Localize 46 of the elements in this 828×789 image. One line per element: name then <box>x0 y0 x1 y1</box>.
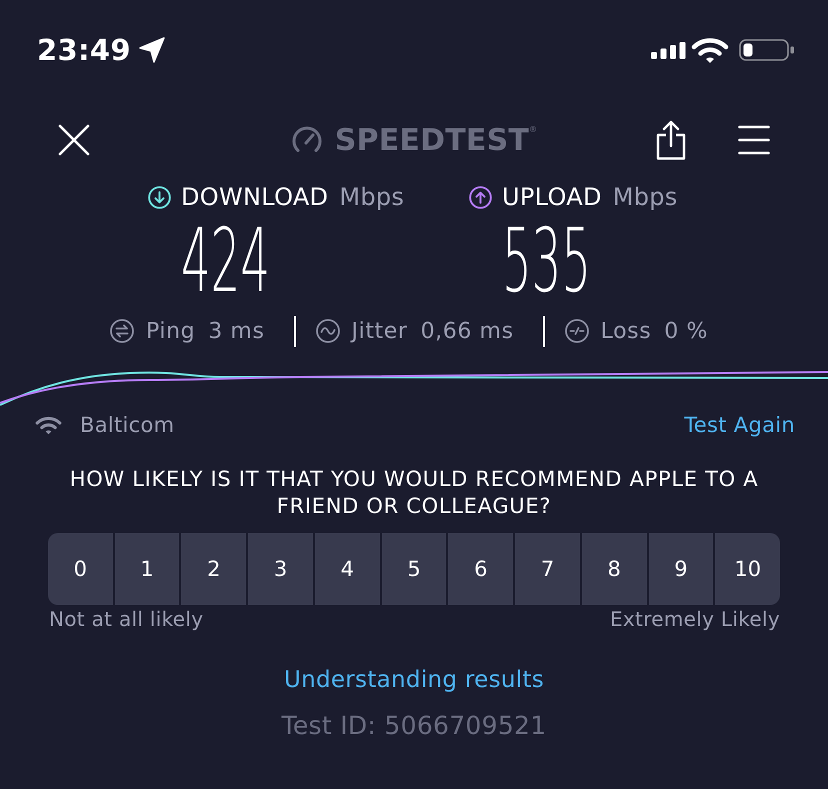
metric-label: Jitter <box>352 318 408 344</box>
close-button[interactable] <box>58 124 90 156</box>
metric-label: Ping <box>146 318 196 344</box>
test-again-link[interactable]: Test Again <box>684 413 795 437</box>
rating-option[interactable]: 8 <box>582 533 647 605</box>
exchange-arrows-icon <box>110 319 134 343</box>
clock-time: 23:49 <box>37 33 131 67</box>
metric-value: 0 % <box>664 318 708 344</box>
wave-circle-icon <box>316 319 340 343</box>
rating-option[interactable]: 5 <box>382 533 446 605</box>
survey-question: HOW LIKELY IS IT THAT YOU WOULD RECOMMEND APPLE TO A FRIEND OR COLLEAGUE? <box>68 466 760 520</box>
scale-min-label: Not at all likely <box>49 607 204 631</box>
wifi-icon <box>35 416 62 434</box>
test-id: Test ID: 5066709521 <box>282 711 546 741</box>
location-arrow-icon <box>138 37 165 63</box>
speed-value: 535 <box>502 221 592 301</box>
share-icon <box>656 120 686 160</box>
broken-line-circle-icon <box>564 319 589 343</box>
logo-wordmark: SPEEDTEST$^{®}$ <box>334 122 538 158</box>
result-label: DOWNLOAD <box>181 183 328 211</box>
rating-option[interactable]: 6 <box>448 533 514 605</box>
rating-option[interactable]: 1 <box>114 533 180 605</box>
scale-max-label: Extremely Likely <box>610 607 780 631</box>
battery-icon <box>739 39 795 61</box>
unit-label: Mbps <box>612 183 678 211</box>
rating-option[interactable]: 9 <box>648 533 714 605</box>
signal-bars-icon <box>651 42 686 58</box>
metric-label: Loss <box>600 318 652 344</box>
metric-value: 0,66 ms <box>420 318 514 344</box>
menu-icon <box>738 124 770 156</box>
wifi-icon <box>691 36 729 64</box>
speed-value: 424 <box>181 221 270 301</box>
rating-option[interactable]: 7 <box>515 533 580 605</box>
rating-option[interactable]: 0 <box>48 533 113 605</box>
menu-button[interactable] <box>738 124 770 156</box>
rating-option[interactable]: 2 <box>181 533 246 605</box>
network-name: Balticom <box>80 413 174 437</box>
unit-label: Mbps <box>339 183 404 211</box>
rating-option[interactable]: 3 <box>248 533 313 605</box>
share-button[interactable] <box>656 120 686 160</box>
understanding-results-link[interactable]: Understanding results <box>284 665 544 695</box>
metric-value: 3 ms <box>208 318 265 344</box>
rating-option[interactable]: 10 <box>715 533 780 605</box>
result-label: UPLOAD <box>502 183 602 211</box>
close-icon <box>58 124 90 156</box>
rating-option[interactable]: 4 <box>314 533 380 605</box>
